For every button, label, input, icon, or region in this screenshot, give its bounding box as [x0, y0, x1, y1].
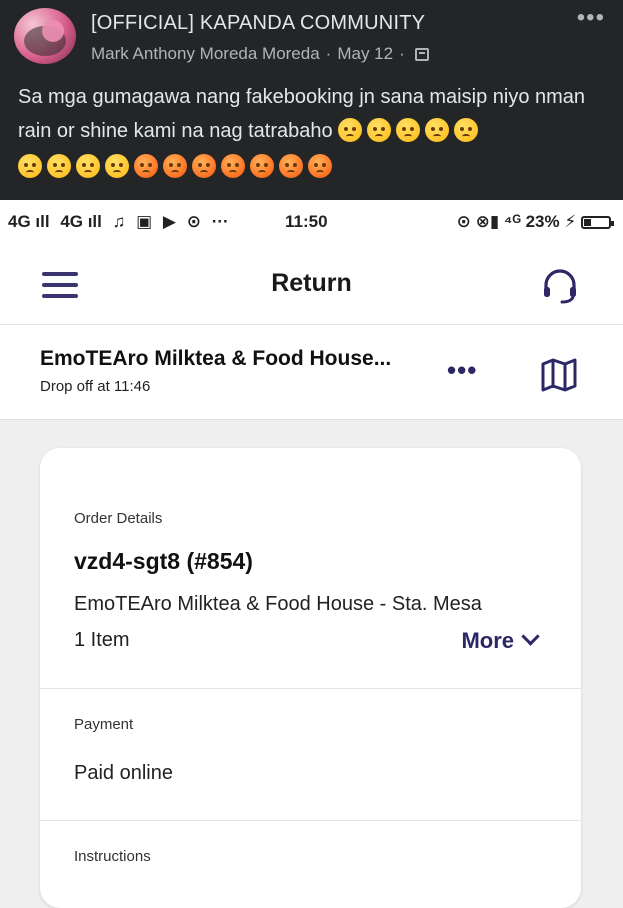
chevron-down-icon — [521, 627, 540, 646]
page-title: Return — [271, 269, 352, 297]
facebook-notification-icon: ▣ — [136, 212, 153, 231]
status-right-icons: ⊙ ⊗▮ ⁴ᴳ 23% ⚡ — [456, 212, 614, 232]
group-avatar[interactable] — [14, 8, 76, 64]
order-details-card: Order Details vzd4-sgt8 (#854) EmoTEAro … — [40, 448, 581, 908]
divider — [40, 688, 581, 689]
angry-face-emoji — [337, 118, 362, 142]
chrome-notification-icon: ⊙ — [186, 212, 201, 231]
order-details-label: Order Details — [74, 510, 163, 527]
instructions-label: Instructions — [74, 848, 151, 865]
pouting-face-emoji — [134, 154, 158, 178]
post-meta: Mark Anthony Moreda Moreda · May 12 · — [91, 44, 429, 64]
headset-icon[interactable] — [540, 266, 580, 306]
emoji-group — [333, 118, 478, 142]
pouting-face-emoji — [250, 154, 274, 178]
more-label: More — [461, 628, 514, 653]
angry-face-emoji — [453, 118, 478, 142]
avatar-shape — [42, 20, 64, 42]
angry-face-emoji — [395, 118, 420, 142]
pouting-face-emoji — [192, 154, 216, 178]
angry-face-emoji — [76, 154, 100, 178]
post-more-options-button[interactable]: ••• — [577, 4, 605, 32]
signal-icon: 4G ıll — [60, 212, 102, 231]
more-details-button[interactable]: More — [461, 627, 540, 654]
post-date[interactable]: May 12 — [337, 44, 393, 63]
pouting-face-emoji — [279, 154, 303, 178]
battery-icon — [581, 216, 614, 229]
facebook-post-header: [OFFICIAL] KAPANDA COMMUNITY Mark Anthon… — [0, 0, 623, 200]
status-time: 11:50 — [285, 212, 328, 231]
divider — [40, 820, 581, 821]
map-icon[interactable] — [540, 357, 578, 393]
post-text: Sa mga gumagawa nang fakebooking jn sana… — [18, 80, 613, 184]
store-more-button[interactable]: ••• — [447, 355, 477, 386]
store-summary-row: EmoTEAro Milktea & Food House... Drop of… — [0, 325, 623, 420]
app-header: Return — [0, 244, 623, 325]
pouting-face-emoji — [163, 154, 187, 178]
status-right-text: ⊙ ⊗▮ ⁴ᴳ 23% ⚡ — [456, 212, 577, 231]
payment-value: Paid online — [74, 762, 173, 784]
angry-face-emoji — [18, 154, 42, 178]
order-store-name: EmoTEAro Milktea & Food House - Sta. Mes… — [74, 593, 482, 615]
dropoff-time: Drop off at 11:46 — [40, 378, 151, 395]
order-id: vzd4-sgt8 (#854) — [74, 548, 253, 574]
group-privacy-icon — [414, 48, 429, 61]
phone-status-bar: 4G ıll 4G ıll ♫ ▣ ▶ ⊙ ··· 11:50 ⊙ ⊗▮ ⁴ᴳ … — [0, 200, 623, 244]
emoji-row — [13, 150, 613, 184]
pouting-face-emoji — [221, 154, 245, 178]
order-item-count: 1 Item — [74, 629, 130, 651]
author-name-link[interactable]: Mark Anthony Moreda Moreda — [91, 44, 320, 63]
more-notifications-icon: ··· — [211, 212, 229, 231]
angry-face-emoji — [47, 154, 71, 178]
angry-face-emoji — [105, 154, 129, 178]
status-left-icons: 4G ıll 4G ıll ♫ ▣ ▶ ⊙ ··· — [8, 212, 235, 232]
payment-label: Payment — [74, 716, 134, 733]
youtube-notification-icon: ▶ — [162, 212, 176, 231]
group-name-link[interactable]: [OFFICIAL] KAPANDA COMMUNITY — [91, 12, 425, 35]
store-name: EmoTEAro Milktea & Food House... — [40, 347, 392, 370]
music-icon: ♫ — [112, 212, 126, 231]
angry-face-emoji — [366, 118, 391, 142]
pouting-face-emoji — [308, 154, 332, 178]
angry-face-emoji — [424, 118, 449, 142]
post-body-text: Sa mga gumagawa nang fakebooking jn sana… — [18, 86, 586, 142]
signal-icon: 4G ıll — [8, 212, 50, 231]
